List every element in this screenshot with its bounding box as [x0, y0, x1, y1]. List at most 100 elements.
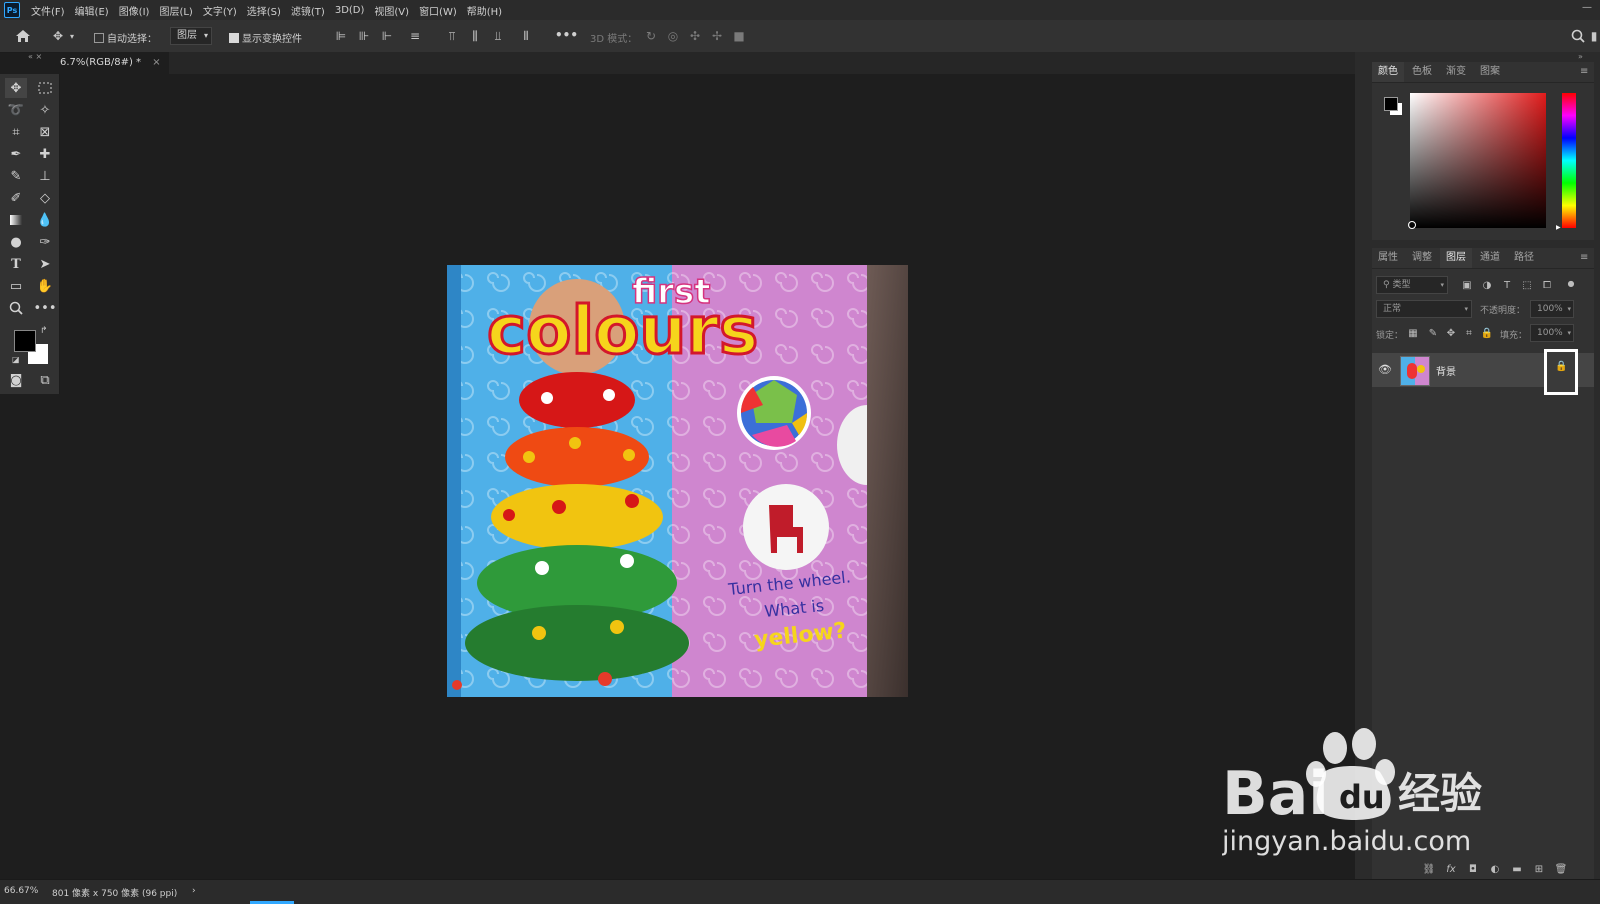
panel-menu-icon[interactable]: ≡ [1580, 252, 1588, 263]
align-bottom-icon[interactable]: ⫫ [488, 26, 508, 46]
eyedropper-tool-icon[interactable]: ✒ [5, 144, 27, 164]
align-right-icon[interactable]: ⊩ [377, 26, 397, 46]
menu-view[interactable]: 视图(V) [369, 3, 414, 18]
tab-adjustments[interactable]: 调整 [1406, 248, 1438, 268]
toolbar-collapse-icon[interactable]: « × [28, 52, 60, 62]
filter-type-icon[interactable]: T [1500, 278, 1514, 292]
magic-wand-tool-icon[interactable]: ✧ [34, 100, 56, 120]
3d-pan-icon[interactable]: ✣ [685, 26, 705, 46]
document-tab[interactable]: 6.7%(RGB/8#) * × [60, 52, 169, 74]
color-picker-handle[interactable] [1408, 221, 1416, 229]
tab-swatches[interactable]: 色板 [1406, 62, 1438, 82]
screen-mode-icon[interactable]: ⧉ [34, 370, 56, 390]
menu-layer[interactable]: 图层(L) [154, 3, 197, 18]
foreground-color-swatch[interactable] [14, 330, 36, 352]
blend-mode-dropdown[interactable]: 正常 ▾ [1376, 300, 1472, 318]
crop-tool-icon[interactable]: ⌗ [5, 122, 27, 142]
menu-window[interactable]: 窗口(W) [414, 3, 462, 18]
close-tab-icon[interactable]: × [152, 57, 160, 68]
distribute-vertical-icon[interactable]: ≡ [405, 26, 425, 46]
filter-pixel-icon[interactable]: ▣ [1460, 278, 1474, 292]
3d-slide-icon[interactable]: ✢ [707, 26, 727, 46]
show-transform-checkbox-box[interactable] [229, 33, 239, 43]
tab-color[interactable]: 颜色 [1372, 62, 1404, 82]
hue-slider-handle[interactable]: ▶ [1556, 224, 1561, 231]
blur-tool-icon[interactable]: 💧 [34, 210, 56, 230]
gradient-tool-icon[interactable] [5, 210, 27, 230]
visibility-eye-icon[interactable]: 👁 [1378, 363, 1392, 376]
auto-select-checkbox-box[interactable] [94, 33, 104, 43]
layer-lock-icon[interactable]: 🔒 [1555, 361, 1567, 372]
show-transform-checkbox[interactable]: 显示变换控件 [229, 30, 302, 45]
color-picker-field[interactable] [1410, 93, 1546, 228]
color-panel-foreground-swatch[interactable] [1384, 97, 1398, 111]
distribute-horizontal-icon[interactable]: ⦀ [516, 26, 536, 46]
layer-row[interactable]: 👁 背景 🔒 [1372, 349, 1594, 395]
workspace-icon[interactable]: ▮ [1588, 26, 1600, 46]
minimize-button[interactable]: — [1582, 2, 1592, 13]
layer-name[interactable]: 背景 [1436, 363, 1456, 378]
pen-tool-icon[interactable]: ✑ [34, 232, 56, 252]
align-left-icon[interactable]: ⊫ [331, 26, 351, 46]
opacity-input[interactable]: 100% ▾ [1530, 300, 1574, 318]
frame-tool-icon[interactable]: ⊠ [34, 122, 56, 142]
status-menu-arrow[interactable]: › [192, 886, 196, 896]
tab-paths[interactable]: 路径 [1508, 248, 1540, 268]
edit-toolbar-icon[interactable]: ••• [34, 298, 57, 318]
filter-adjustment-icon[interactable]: ◑ [1480, 278, 1494, 292]
document-image[interactable]: first colours Turn the wheel. What is ye… [447, 265, 908, 697]
move-tool-preset-icon[interactable]: ✥ [48, 26, 68, 46]
3d-orbit-icon[interactable]: ↻ [641, 26, 661, 46]
hand-tool-icon[interactable]: ✋ [34, 276, 56, 296]
menu-image[interactable]: 图像(I) [114, 3, 155, 18]
menu-file[interactable]: 文件(F) [26, 3, 70, 18]
marquee-tool-icon[interactable] [34, 78, 56, 98]
align-top-icon[interactable]: ⫪ [442, 26, 462, 46]
menu-help[interactable]: 帮助(H) [462, 3, 507, 18]
move-tool-icon[interactable]: ✥ [5, 78, 27, 98]
swap-colors-icon[interactable]: ↱ [40, 326, 48, 336]
zoom-tool-icon[interactable] [5, 298, 27, 318]
hue-slider[interactable] [1562, 93, 1576, 228]
tab-layers[interactable]: 图层 [1440, 248, 1472, 268]
3d-roll-icon[interactable]: ◎ [663, 26, 683, 46]
menu-filter[interactable]: 滤镜(T) [286, 3, 330, 18]
chevron-down-icon[interactable]: ▾ [66, 26, 78, 46]
dock-expand-icon[interactable]: » [1578, 52, 1583, 61]
auto-select-checkbox[interactable]: 自动选择： [94, 30, 157, 45]
filter-toggle-icon[interactable]: ● [1564, 276, 1578, 290]
3d-camera-icon[interactable]: ■ [729, 26, 749, 46]
tab-patterns[interactable]: 图案 [1474, 62, 1506, 82]
tab-channels[interactable]: 通道 [1474, 248, 1506, 268]
lock-transparent-icon[interactable]: ▦ [1406, 326, 1420, 340]
layer-filter-dropdown[interactable]: ⚲ 类型 ▾ [1376, 276, 1448, 294]
menu-select[interactable]: 选择(S) [242, 3, 286, 18]
align-middle-v-icon[interactable]: ⫼ [465, 26, 485, 46]
rectangle-tool-icon[interactable]: ▭ [5, 276, 27, 296]
healing-brush-tool-icon[interactable]: ✚ [34, 144, 56, 164]
fill-input[interactable]: 100% ▾ [1530, 324, 1574, 342]
lock-image-icon[interactable]: ✎ [1426, 326, 1440, 340]
home-icon[interactable] [13, 26, 33, 46]
menu-3d[interactable]: 3D(D) [330, 5, 370, 16]
filter-shape-icon[interactable]: ⬚ [1520, 278, 1534, 292]
lock-all-icon[interactable]: 🔒 [1480, 326, 1494, 340]
delete-layer-icon[interactable]: 🗑 [1554, 862, 1568, 876]
zoom-level[interactable]: 66.67% [4, 886, 38, 896]
dodge-tool-icon[interactable]: ● [5, 232, 27, 252]
lasso-tool-icon[interactable]: ➰ [5, 100, 27, 120]
auto-select-target-dropdown[interactable]: 图层 ▾ [170, 27, 212, 45]
menu-type[interactable]: 文字(Y) [198, 3, 242, 18]
eraser-tool-icon[interactable]: ◇ [34, 188, 56, 208]
more-options-button[interactable]: ••• [555, 28, 578, 42]
clone-stamp-tool-icon[interactable]: ⊥ [34, 166, 56, 186]
lock-position-icon[interactable]: ✥ [1444, 326, 1458, 340]
default-colors-icon[interactable]: ◪ [12, 355, 20, 364]
panel-menu-icon[interactable]: ≡ [1580, 66, 1588, 77]
menu-edit[interactable]: 编辑(E) [70, 3, 114, 18]
type-tool-icon[interactable]: T [5, 254, 27, 274]
tab-gradients[interactable]: 渐变 [1440, 62, 1472, 82]
lock-artboard-icon[interactable]: ⌗ [1462, 326, 1476, 340]
path-selection-tool-icon[interactable]: ➤ [34, 254, 56, 274]
tab-properties[interactable]: 属性 [1372, 248, 1404, 268]
